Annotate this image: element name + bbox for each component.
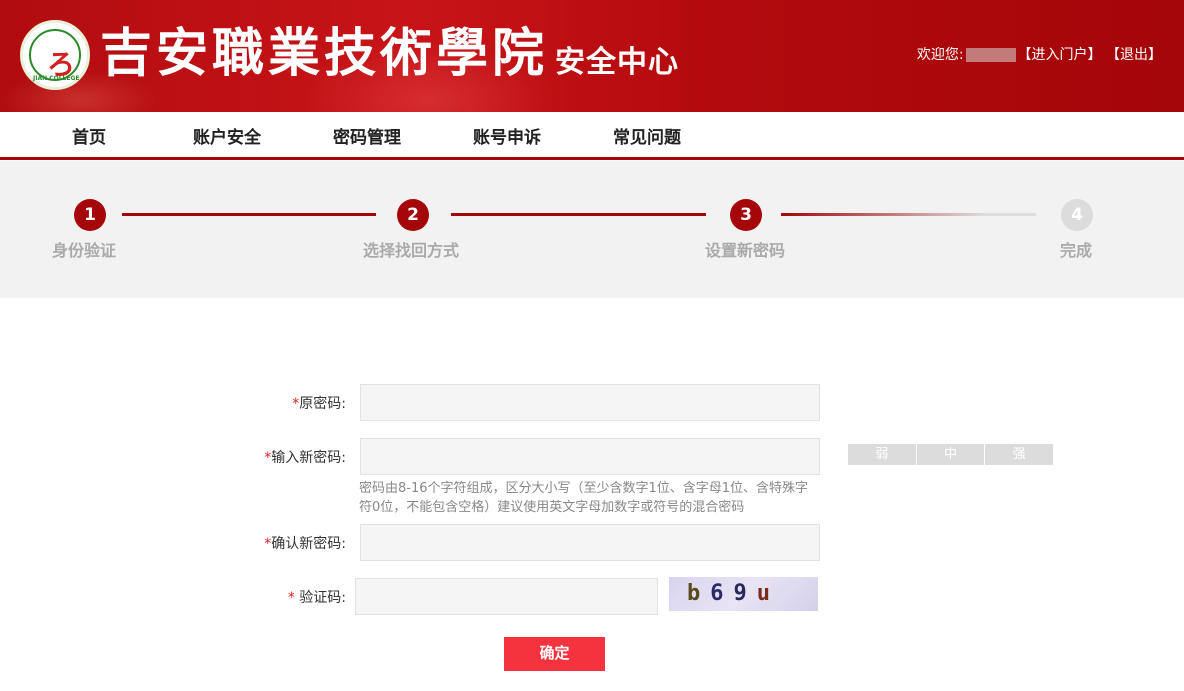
captcha-char: b: [687, 581, 711, 606]
old-password-input[interactable]: [360, 384, 820, 421]
user-bar: 欢迎您: 【进入门户】 【退出】: [917, 44, 1162, 64]
password-strength-meter: 弱 中 强: [848, 444, 1054, 465]
welcome-text: 欢迎您:: [916, 47, 964, 63]
step-connector: [451, 213, 706, 216]
new-password-input[interactable]: [360, 438, 820, 475]
old-password-label: *原密码:: [292, 393, 346, 413]
step-1-label: 身份验证: [52, 241, 117, 260]
required-mark: *: [287, 590, 295, 606]
step-connector: [781, 213, 1036, 216]
step-3-label: 设置新密码: [705, 241, 786, 260]
captcha-input[interactable]: [355, 578, 658, 615]
nav-item-account-security[interactable]: 账户安全: [193, 123, 261, 148]
captcha-char: 6: [710, 581, 734, 606]
step-4-label: 完成: [1060, 241, 1093, 260]
captcha-char: 9: [733, 581, 757, 606]
old-password-label-text: 原密码:: [299, 396, 346, 412]
confirm-password-label: *确认新密码:: [264, 533, 346, 553]
captcha-label-text: 验证码:: [294, 590, 346, 606]
portal-link[interactable]: 【进入门户】: [1018, 47, 1102, 63]
strength-weak: 弱: [848, 444, 916, 465]
nav-item-faq[interactable]: 常见问题: [613, 123, 681, 148]
security-center-title: 安全中心: [555, 45, 679, 80]
strength-medium: 中: [915, 444, 985, 465]
college-logo: ろ JIAN COLLEGE: [20, 20, 90, 90]
captcha-label: * 验证码:: [288, 587, 346, 607]
captcha-image[interactable]: b69u: [669, 577, 818, 611]
step-1-circle: 1: [74, 199, 106, 231]
logo-emblem: ろ: [29, 29, 81, 81]
new-password-label-text: 输入新密码:: [271, 450, 346, 466]
logo-text: JIAN COLLEGE: [33, 75, 80, 82]
step-4-circle: 4: [1061, 199, 1093, 231]
new-password-label: *输入新密码:: [264, 447, 346, 467]
confirm-password-input[interactable]: [360, 524, 820, 561]
masked-username: [965, 48, 1016, 62]
header-banner: ろ JIAN COLLEGE 吉安職業技術學院 安全中心 欢迎您: 【进入门户】 …: [0, 0, 1184, 112]
confirm-password-label-text: 确认新密码:: [271, 536, 346, 552]
confirm-button[interactable]: 确定: [504, 637, 605, 671]
step-connector: [122, 213, 376, 216]
step-2-circle: 2: [397, 199, 429, 231]
password-rule-hint: 密码由8-16个字符组成，区分大小写（至少含数字1位、含字母1位、含特殊字符0位…: [359, 481, 809, 515]
main-nav: 首页 账户安全 密码管理 账号申诉 常见问题: [0, 112, 1184, 160]
nav-item-password-management[interactable]: 密码管理: [333, 123, 401, 148]
school-name: 吉安職業技術學院: [100, 23, 549, 84]
step-3-circle: 3: [730, 199, 762, 231]
step-2-label: 选择找回方式: [363, 241, 460, 260]
nav-item-account-appeal[interactable]: 账号申诉: [473, 123, 541, 148]
step-progress: 1 身份验证 2 选择找回方式 3 设置新密码 4 完成: [0, 161, 1184, 298]
strength-strong: 强: [984, 444, 1054, 465]
captcha-char: u: [756, 581, 780, 606]
nav-item-home[interactable]: 首页: [72, 123, 106, 148]
logout-link[interactable]: 【退出】: [1106, 47, 1162, 63]
